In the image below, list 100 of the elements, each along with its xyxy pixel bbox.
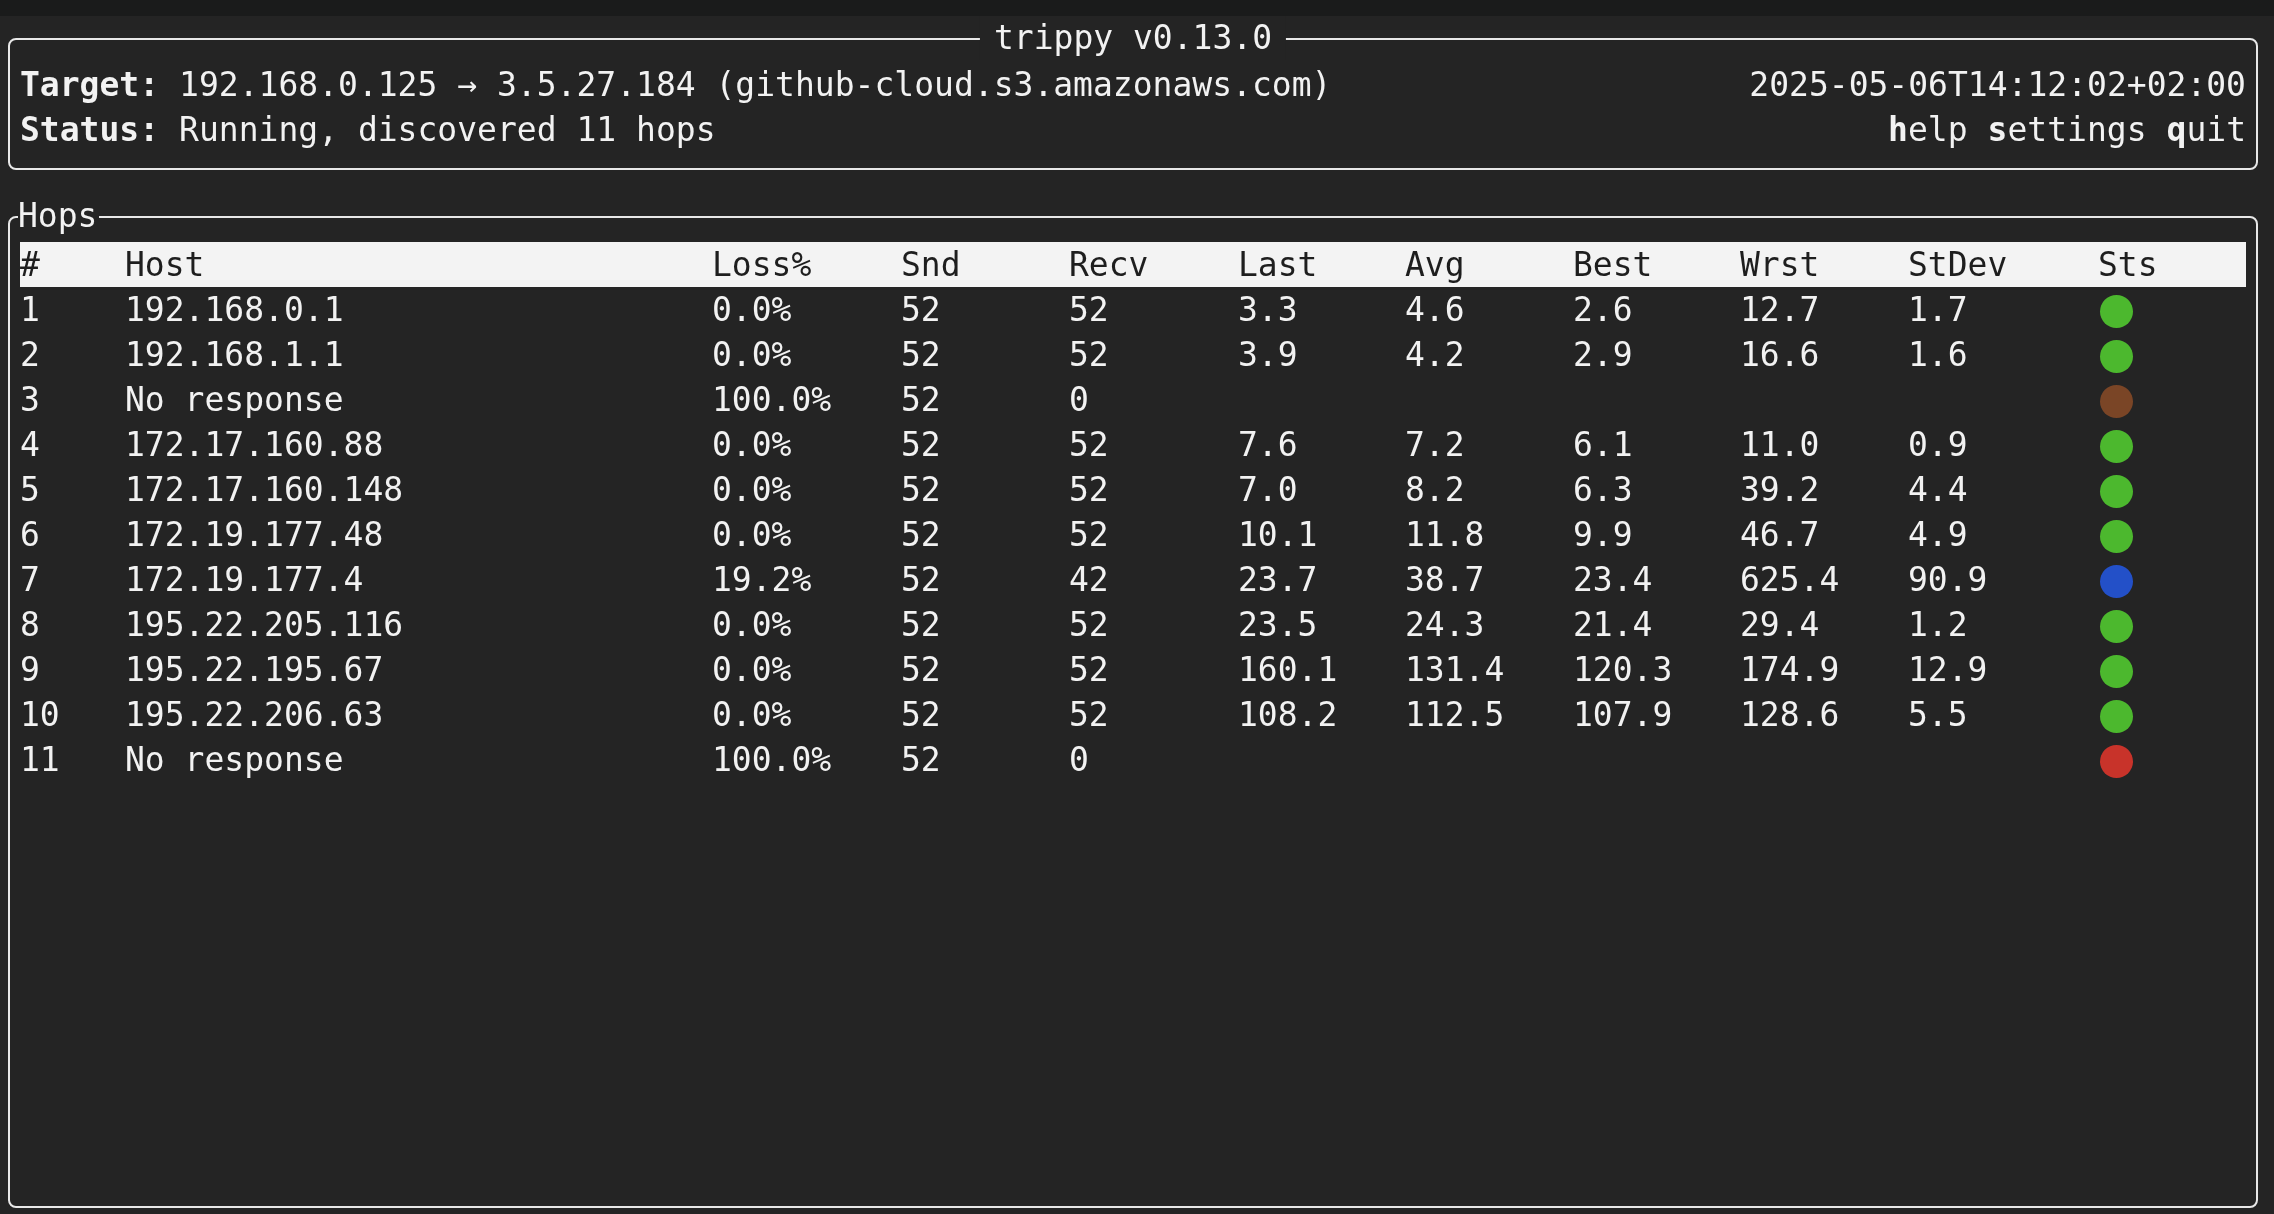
table-cell-text: 7.6: [1238, 424, 1298, 466]
table-cell-text: 7.0: [1238, 469, 1298, 511]
table-cell-text: 23.7: [1238, 559, 1318, 601]
table-cell-text: 0.0%: [712, 334, 792, 376]
table-cell-text: 0.0%: [712, 649, 792, 691]
table-cell-text: 192.168.0.1: [125, 289, 344, 331]
table-cell-text: 9.9: [1573, 514, 1633, 556]
table-cell-text: 90.9: [1908, 559, 1988, 601]
table-cell-text: No response: [125, 379, 344, 421]
table-cell-text: 7.2: [1405, 424, 1465, 466]
table-cell-text: 21.4: [1573, 604, 1653, 646]
table-cell-text: 100.0%: [712, 379, 832, 421]
table-cell-text: 112.5: [1405, 694, 1505, 736]
table-cell-text: 4.9: [1908, 514, 1968, 556]
table-cell-text: 1.2: [1908, 604, 1968, 646]
table-cell-text: 38.7: [1405, 559, 1485, 601]
table-cell-text: 42: [1069, 559, 1109, 601]
table-cell-text: 1: [20, 289, 40, 331]
table-cell-text: 3.9: [1238, 334, 1298, 376]
table-cell-text: 0.0%: [712, 289, 792, 331]
table-cell-text: 10.1: [1238, 514, 1318, 556]
table-cell-text: 5: [20, 469, 40, 511]
table-cell-text: 2: [20, 334, 40, 376]
table-cell-text: 8: [20, 604, 40, 646]
table-cell-text: 7: [20, 559, 40, 601]
table-cell-text: 52: [901, 559, 941, 601]
table-cell-text: 100.0%: [712, 739, 832, 781]
table-cell-text: 52: [901, 334, 941, 376]
table-cell-text: 52: [901, 469, 941, 511]
table-cell-text: 52: [1069, 289, 1109, 331]
table-cell-text: 172.17.160.148: [125, 469, 404, 511]
table-cell-text: 6.1: [1573, 424, 1633, 466]
table-cell-text: 52: [1069, 469, 1109, 511]
table-cell-text: 39.2: [1740, 469, 1820, 511]
table-cell-text: 3.3: [1238, 289, 1298, 331]
status-label: Status:: [20, 109, 160, 151]
table-cell-text: 1.7: [1908, 289, 1968, 331]
table-cell-text: 0.0%: [712, 514, 792, 556]
table-cell-text: 0.0%: [712, 469, 792, 511]
table-cell-text: 3: [20, 379, 40, 421]
menu-action[interactable]: settings: [1987, 107, 2147, 152]
column-header: Host: [125, 244, 205, 286]
table-cell-text: 108.2: [1238, 694, 1338, 736]
table-cell-text: 24.3: [1405, 604, 1485, 646]
table-cell-text: 195.22.206.63: [125, 694, 384, 736]
table-cell-text: 10: [20, 694, 60, 736]
table-cell-text: 0.0%: [712, 694, 792, 736]
target-value: 192.168.0.125 → 3.5.27.184 (github-cloud.s3.amazonaws.com): [179, 64, 1332, 106]
table-cell-text: 0.0%: [712, 424, 792, 466]
table-cell-text: 52: [901, 379, 941, 421]
table-cell-text: 52: [1069, 604, 1109, 646]
table-cell-text: 172.19.177.48: [125, 514, 384, 556]
column-header: Loss%: [712, 244, 812, 286]
table-cell-text: 4.4: [1908, 469, 1968, 511]
column-header: Sts: [2098, 244, 2158, 286]
table-cell-text: 11: [20, 739, 60, 781]
target-label: Target:: [20, 64, 160, 106]
menu-action[interactable]: quit: [2166, 107, 2246, 152]
column-header: Wrst: [1740, 244, 1820, 286]
table-cell-text: 52: [901, 739, 941, 781]
table-cell-text: 1.6: [1908, 334, 1968, 376]
table-cell-text: 0: [1069, 379, 1089, 421]
table-cell-text: 160.1: [1238, 649, 1338, 691]
table-cell-text: 195.22.195.67: [125, 649, 384, 691]
timestamp: 2025-05-06T14:12:02+02:00: [1749, 64, 2246, 106]
table-cell-text: 16.6: [1740, 334, 1820, 376]
column-header: Best: [1573, 244, 1653, 286]
table-cell-text: 19.2%: [712, 559, 812, 601]
table-cell-text: No response: [125, 739, 344, 781]
table-cell-text: 6.3: [1573, 469, 1633, 511]
table-cell-text: 12.9: [1908, 649, 1988, 691]
table-cell-text: 52: [901, 649, 941, 691]
table-cell-text: 52: [1069, 424, 1109, 466]
table-cell-text: 52: [1069, 649, 1109, 691]
column-header: Recv: [1069, 244, 1149, 286]
table-cell-text: 52: [901, 604, 941, 646]
table-cell-text: 4: [20, 424, 40, 466]
column-header: #: [20, 244, 40, 286]
table-cell-text: 192.168.1.1: [125, 334, 344, 376]
table-cell-text: 12.7: [1740, 289, 1820, 331]
table-cell-text: 174.9: [1740, 649, 1840, 691]
menu-action[interactable]: help: [1888, 107, 1968, 152]
table-cell-text: 128.6: [1740, 694, 1840, 736]
table-cell-text: 29.4: [1740, 604, 1820, 646]
table-cell-text: 625.4: [1740, 559, 1840, 601]
table-cell-text: 9: [20, 649, 40, 691]
table-cell-text: 4.6: [1405, 289, 1465, 331]
table-cell-text: 52: [901, 289, 941, 331]
table-cell-text: 52: [1069, 694, 1109, 736]
column-header: Last: [1238, 244, 1318, 286]
table-cell-text: 131.4: [1405, 649, 1505, 691]
table-cell-text: 172.19.177.4: [125, 559, 364, 601]
column-header: Avg: [1405, 244, 1465, 286]
table-cell-text: 107.9: [1573, 694, 1673, 736]
table-cell-text: 2.6: [1573, 289, 1633, 331]
table-cell-text: 2.9: [1573, 334, 1633, 376]
table-cell-text: 52: [901, 514, 941, 556]
table-cell-text: 52: [901, 694, 941, 736]
table-cell-text: 52: [1069, 334, 1109, 376]
table-cell-text: 172.17.160.88: [125, 424, 384, 466]
